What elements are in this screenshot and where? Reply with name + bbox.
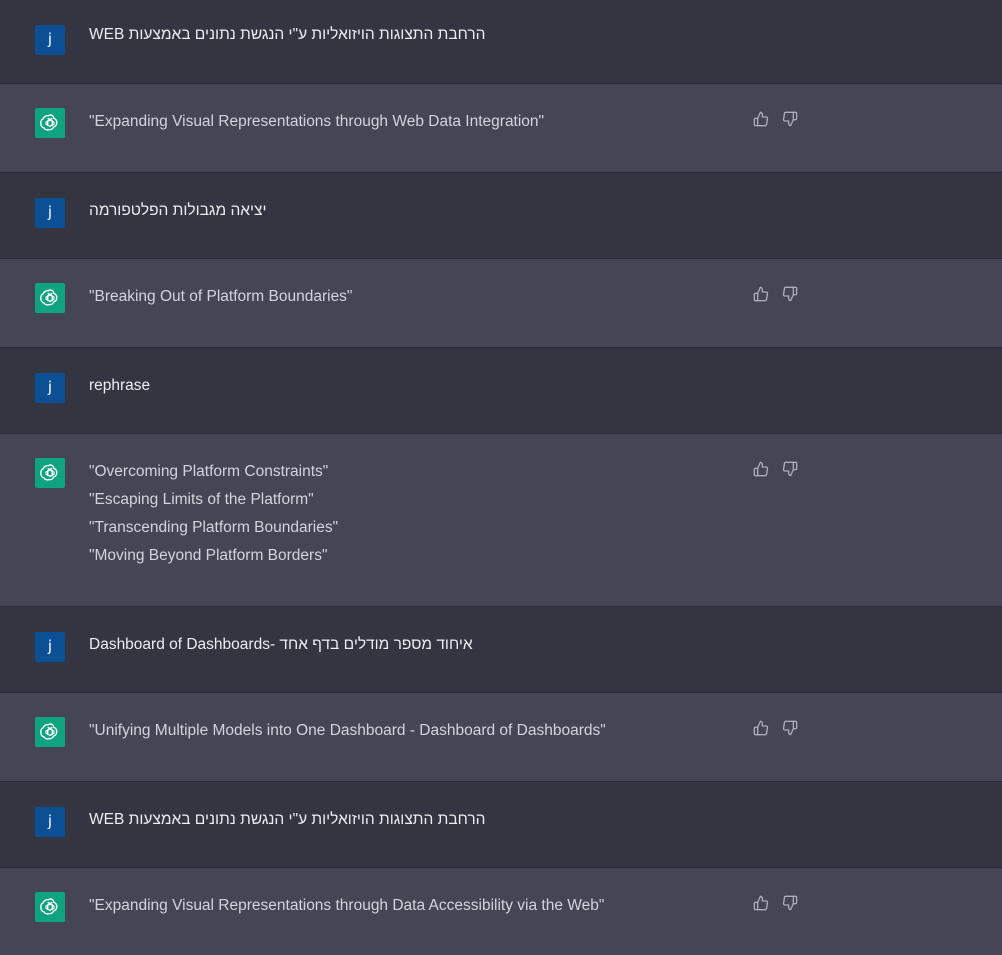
user-avatar: j: [35, 25, 65, 55]
feedback-buttons: [752, 719, 799, 737]
thumbs-up-icon[interactable]: [752, 719, 770, 737]
thumbs-down-icon[interactable]: [781, 719, 799, 737]
user-avatar: j: [35, 373, 65, 403]
message-line: איחוד מספר מודלים בדף אחד -Dashboard of …: [89, 636, 473, 653]
user-avatar: j: [35, 198, 65, 228]
openai-logo-icon: [35, 458, 65, 488]
message-text: "Expanding Visual Representations throug…: [89, 108, 544, 136]
openai-logo-icon: [35, 108, 65, 138]
thumbs-up-icon[interactable]: [752, 460, 770, 478]
message-line: "Transcending Platform Boundaries": [89, 519, 339, 536]
message-line: "Escaping Limits of the Platform": [89, 491, 314, 508]
user-message: j הרחבת התצוגות הויזואליות ע"י הנגשת נתו…: [0, 0, 1002, 84]
avatar-letter: j: [47, 30, 53, 48]
conversation-thread: j הרחבת התצוגות הויזואליות ע"י הנגשת נתו…: [0, 0, 1002, 955]
thumbs-down-icon[interactable]: [781, 110, 799, 128]
message-text: "Unifying Multiple Models into One Dashb…: [89, 717, 606, 745]
feedback-buttons: [752, 285, 799, 303]
message-text: הרחבת התצוגות הויזואליות ע"י הנגשת נתוני…: [89, 806, 485, 834]
message-text: הרחבת התצוגות הויזואליות ע"י הנגשת נתוני…: [89, 21, 485, 49]
openai-logo-icon: [35, 283, 65, 313]
assistant-message: "Breaking Out of Platform Boundaries": [0, 259, 1002, 348]
message-text: "Expanding Visual Representations throug…: [89, 892, 604, 920]
message-text: יציאה מגבולות הפלטפורמה: [89, 197, 267, 225]
message-text: איחוד מספר מודלים בדף אחד -Dashboard of …: [89, 631, 473, 659]
user-message: j יציאה מגבולות הפלטפורמה: [0, 173, 1002, 259]
user-avatar: j: [35, 632, 65, 662]
avatar-letter: j: [47, 812, 53, 830]
avatar-letter: j: [47, 203, 53, 221]
thumbs-down-icon[interactable]: [781, 460, 799, 478]
message-line: "Expanding Visual Representations throug…: [89, 897, 605, 914]
thumbs-up-icon[interactable]: [752, 110, 770, 128]
message-line: "Moving Beyond Platform Borders": [89, 547, 328, 564]
message-line: "Expanding Visual Representations throug…: [89, 113, 545, 130]
feedback-buttons: [752, 110, 799, 128]
assistant-message: "Expanding Visual Representations throug…: [0, 868, 1002, 955]
thumbs-down-icon[interactable]: [781, 285, 799, 303]
message-line: הרחבת התצוגות הויזואליות ע"י הנגשת נתוני…: [89, 26, 486, 43]
user-message: j איחוד מספר מודלים בדף אחד -Dashboard o…: [0, 607, 1002, 693]
message-line: הרחבת התצוגות הויזואליות ע"י הנגשת נתוני…: [89, 811, 486, 828]
message-line: "Overcoming Platform Constraints": [89, 463, 329, 480]
message-text: "Breaking Out of Platform Boundaries": [89, 283, 352, 311]
avatar-letter: j: [47, 378, 53, 396]
thumbs-up-icon[interactable]: [752, 894, 770, 912]
assistant-message: "Unifying Multiple Models into One Dashb…: [0, 693, 1002, 782]
thumbs-down-icon[interactable]: [781, 894, 799, 912]
message-line: rephrase: [89, 377, 151, 394]
openai-logo-icon: [35, 892, 65, 922]
user-avatar: j: [35, 807, 65, 837]
thumbs-up-icon[interactable]: [752, 285, 770, 303]
assistant-message: "Expanding Visual Representations throug…: [0, 84, 1002, 173]
feedback-buttons: [752, 460, 799, 478]
user-message: j rephrase: [0, 348, 1002, 434]
message-line: "Unifying Multiple Models into One Dashb…: [89, 722, 606, 739]
message-text: rephrase: [89, 372, 150, 400]
openai-logo-icon: [35, 717, 65, 747]
assistant-message: "Overcoming Platform Constraints" "Escap…: [0, 434, 1002, 607]
user-message: j הרחבת התצוגות הויזואליות ע"י הנגשת נתו…: [0, 782, 1002, 868]
message-text: "Overcoming Platform Constraints" "Escap…: [89, 458, 338, 570]
feedback-buttons: [752, 894, 799, 912]
message-line: "Breaking Out of Platform Boundaries": [89, 288, 353, 305]
message-line: יציאה מגבולות הפלטפורמה: [89, 202, 267, 219]
avatar-letter: j: [47, 637, 53, 655]
